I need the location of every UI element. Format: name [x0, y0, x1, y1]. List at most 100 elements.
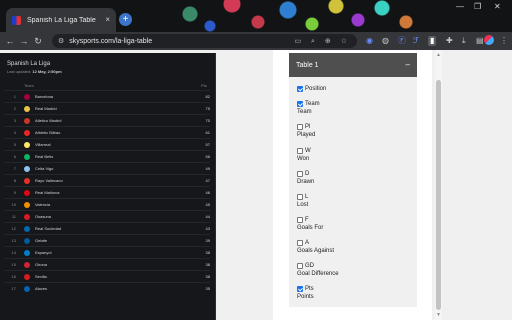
table-row[interactable]: 6 Real Betis 56 [4, 150, 210, 162]
row-team[interactable]: Real Betis [35, 154, 196, 159]
option-label: Goal Difference [297, 271, 339, 277]
table-row[interactable]: 7 Celta Vigo 49 [4, 162, 210, 174]
download-icon[interactable]: ⤓ [462, 36, 466, 46]
card-header[interactable]: Table 1 – [289, 53, 417, 77]
close-window-button[interactable]: ✕ [494, 2, 501, 12]
address-bar-actions-icon[interactable]: ▭ ⌕ ⊕ ☆ [294, 37, 351, 46]
club-crest-icon [24, 117, 30, 124]
row-points: 38 [205, 274, 210, 279]
row-position: 15 [11, 262, 16, 267]
row-team[interactable]: Sevilla [35, 274, 196, 279]
side-panel-icon[interactable]: ▮ [428, 36, 437, 46]
extension-icon[interactable]: ◉ [366, 36, 373, 46]
row-team[interactable]: Celta Vigo [35, 166, 196, 171]
table-row[interactable]: 14 Espanyol 38 [4, 246, 210, 258]
row-position: 7 [13, 166, 16, 171]
table-row[interactable]: 12 Real Sociedad 43 [4, 222, 210, 234]
row-team[interactable]: Osasuna [35, 214, 196, 219]
checkbox-goals-for[interactable] [297, 216, 303, 223]
address-bar[interactable]: ⚙ skysports.com/la-liga-table ▭ ⌕ ⊕ ☆ [52, 34, 357, 48]
row-team[interactable]: Real Sociedad [35, 226, 196, 231]
row-team[interactable]: Real Madrid [35, 106, 196, 111]
option-short-label: GD [305, 262, 314, 269]
checkbox-position[interactable] [297, 85, 303, 92]
back-arrow-icon[interactable]: ← [3, 34, 17, 48]
forward-arrow-icon[interactable]: → [17, 34, 31, 48]
row-points: 35 [205, 286, 210, 291]
reading-list-icon[interactable]: ▤ [476, 36, 484, 46]
option-label: Goals For [297, 225, 324, 231]
row-team[interactable]: Real Mallorca [35, 190, 196, 195]
checkbox-lost[interactable] [297, 193, 303, 200]
tab-close-icon[interactable]: × [105, 16, 110, 24]
scroll-down-arrow-icon[interactable]: ▼ [435, 312, 442, 318]
checkbox-team[interactable] [297, 100, 303, 107]
checkbox-points[interactable] [297, 285, 303, 292]
reload-icon[interactable]: ↻ [31, 34, 45, 48]
checkbox-goal-difference[interactable] [297, 262, 303, 269]
scroll-up-arrow-icon[interactable]: ▲ [435, 52, 442, 58]
table-row[interactable]: 8 Rayo Vallecano 47 [4, 174, 210, 186]
club-crest-icon [24, 237, 30, 244]
table-row[interactable]: 1 Barcelona 82 [4, 90, 210, 102]
league-title: Spanish La Liga [7, 61, 51, 67]
table-row[interactable]: 10 Valencia 45 [4, 198, 210, 210]
menu-kebab-icon[interactable]: ⋮ [500, 36, 508, 46]
row-team[interactable]: Valencia [35, 202, 196, 207]
table-row[interactable]: 17 Alaves 35 [4, 282, 210, 294]
option-label: Goals Against [297, 248, 335, 254]
option-short-label: Position [305, 85, 327, 92]
club-crest-icon [24, 213, 30, 220]
checkbox-drawn[interactable] [297, 170, 303, 177]
option-points: Pts Points [297, 284, 409, 302]
option-short-label: W [305, 147, 311, 154]
sky-sports-favicon-icon [12, 15, 21, 25]
option-label: Won [297, 156, 310, 162]
row-team[interactable]: Espanyol [35, 250, 196, 255]
table-row[interactable]: 16 Sevilla 38 [4, 270, 210, 282]
minimize-button[interactable]: — [456, 2, 464, 12]
site-info-icon[interactable]: ⚙ [58, 37, 64, 45]
club-crest-icon [24, 225, 30, 232]
table-row[interactable]: 5 Villarreal 57 [4, 138, 210, 150]
row-team[interactable]: Alaves [35, 286, 196, 291]
collapse-icon[interactable]: – [406, 61, 410, 69]
page-scrollbar[interactable]: ▲ ▼ [435, 50, 442, 320]
extension-icon[interactable]: ◍ [382, 36, 389, 46]
table-row[interactable]: 4 Athletic Bilbao 61 [4, 126, 210, 138]
row-points: 49 [205, 166, 210, 171]
row-team[interactable]: Girona [35, 262, 196, 267]
avatar[interactable] [484, 35, 494, 45]
tab-active[interactable]: Spanish La Liga Table × [6, 8, 116, 32]
last-updated: Last updated: 12 May, 2:50pm [7, 69, 62, 74]
checkbox-played[interactable] [297, 123, 303, 130]
table-row[interactable]: 9 Real Mallorca 46 [4, 186, 210, 198]
puzzle-extensions-icon[interactable]: ✚ [446, 36, 453, 46]
row-points: 47 [205, 178, 210, 183]
row-team[interactable]: Rayo Vallecano [35, 178, 196, 183]
row-position: 3 [13, 118, 16, 123]
option-lost: L Lost [297, 192, 409, 210]
table-row[interactable]: 13 Getafe 39 [4, 234, 210, 246]
row-points: 38 [205, 250, 210, 255]
extension-icon[interactable]: Ⓕ [398, 36, 406, 46]
row-position: 4 [13, 130, 16, 135]
option-short-label: Team [305, 100, 320, 107]
row-team[interactable]: Getafe [35, 238, 196, 243]
checkbox-goals-against[interactable] [297, 239, 303, 246]
table-row[interactable]: 15 Girona 38 [4, 258, 210, 270]
row-team[interactable]: Atletico Madrid [35, 118, 196, 123]
table-row[interactable]: 3 Atletico Madrid 70 [4, 114, 210, 126]
restore-button[interactable]: ❐ [474, 2, 481, 12]
table-row[interactable]: 11 Osasuna 44 [4, 210, 210, 222]
table-row[interactable]: 2 Real Madrid 75 [4, 102, 210, 114]
option-drawn: D Drawn [297, 169, 409, 187]
scrollbar-thumb[interactable] [436, 80, 441, 310]
row-team[interactable]: Villarreal [35, 142, 196, 147]
new-tab-button[interactable]: + [119, 13, 132, 26]
extension-icon[interactable]: ℱ [413, 36, 419, 46]
option-goals-for: F Goals For [297, 215, 409, 233]
row-team[interactable]: Barcelona [35, 94, 196, 99]
row-team[interactable]: Athletic Bilbao [35, 130, 196, 135]
checkbox-won[interactable] [297, 147, 303, 154]
